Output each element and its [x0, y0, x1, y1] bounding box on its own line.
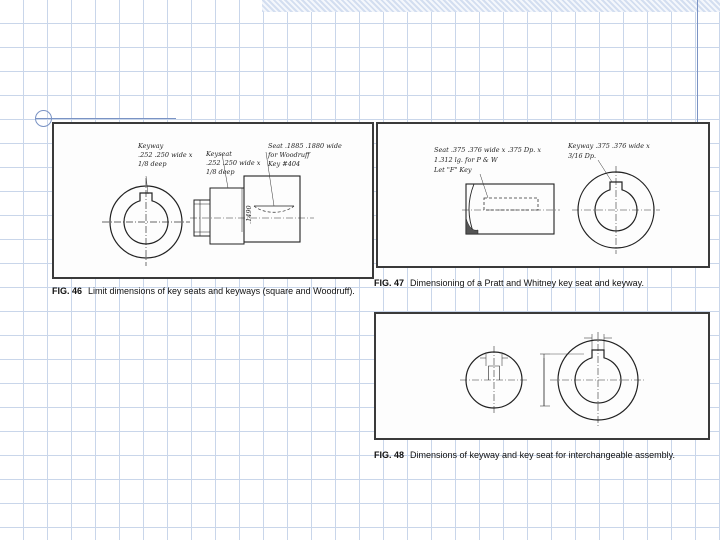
decorative-circle — [35, 110, 52, 127]
fig48-caption: FIG. 48 Dimensions of keyway and key seat… — [374, 450, 704, 462]
fig47-caption: FIG. 47 Dimensioning of a Pratt and Whitn… — [374, 278, 714, 290]
fig47-keyway-note-line1: Keyway .375 .376 wide x — [567, 142, 650, 150]
fig47-drawing: Seat .375 .376 wide x .375 Dp. x 1.312 l… — [433, 142, 660, 254]
fig47-drawing-frame: Seat .375 .376 wide x .375 Dp. x 1.312 l… — [376, 122, 710, 268]
fig48-caption-text: Dimensions of keyway and key seat for in… — [410, 450, 675, 460]
fig46-keyseat-note-line3: 1/8 deep — [206, 168, 235, 176]
fig46-number: FIG. 46 — [52, 286, 83, 296]
fig46-seat-note-line1: Seat .1885 .1880 wide — [268, 142, 342, 150]
fig48-drawing — [460, 332, 646, 428]
fig47-seat-note-line2: 1.312 lg. for P & W — [434, 156, 499, 164]
fig46-depth-dimension: .1490 — [245, 205, 253, 224]
fig46-drawing-frame: Keyway .252 .250 wide x 1/8 deep .1490 K… — [52, 122, 374, 279]
fig46-caption-text: Limit dimensions of key seats and keyway… — [88, 286, 355, 296]
fig48-number: FIG. 48 — [374, 450, 405, 460]
fig46-keyway-note-line3: 1/8 deep — [138, 160, 167, 168]
fig46-keyway-note-line2: .252 .250 wide x — [138, 151, 193, 159]
fig46-keyseat-note-line2: .252 .250 wide x — [206, 159, 261, 167]
fig47-number: FIG. 47 — [374, 278, 405, 288]
decorative-horizontal-line — [36, 118, 176, 119]
fig46-seat-note-line3: Key #404 — [267, 160, 300, 168]
fig47-seat-note-line1: Seat .375 .376 wide x .375 Dp. x — [434, 146, 541, 154]
fig47-seat-note-line3: Let "F" Key — [433, 166, 472, 174]
fig46-seat-note-line2: for Woodruff — [267, 151, 311, 159]
fig47-keyway-note-line2: 3/16 Dp. — [568, 152, 596, 160]
fig48-drawing-frame — [374, 312, 710, 440]
fig46-drawing: Keyway .252 .250 wide x 1/8 deep .1490 K… — [102, 142, 342, 266]
fig47-caption-text: Dimensioning of a Pratt and Whitney key … — [410, 278, 644, 288]
fig46-keyway-note-line1: Keyway — [137, 142, 164, 150]
fig46-keyseat-note-line1: Keyseat — [205, 150, 232, 158]
decorative-band — [262, 0, 720, 12]
fig46-caption: FIG. 46 Limit dimensions of key seats and… — [52, 286, 372, 298]
